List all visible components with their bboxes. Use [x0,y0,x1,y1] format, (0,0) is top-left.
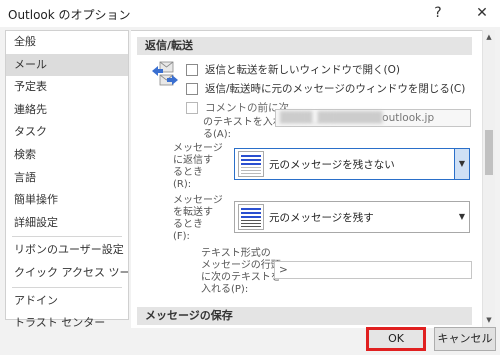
sidebar-item-advanced[interactable]: 詳細設定 [6,212,128,235]
sidebar-item-addins[interactable]: アドイン [6,290,128,313]
sidebar-item-language[interactable]: 言語 [6,167,128,190]
comment-prefix-checkbox[interactable]: コメントの前に次 [186,100,289,116]
reply-preview-icon [238,151,264,177]
prefix-domain: outlook.jp [382,112,435,124]
forward-preview-icon [238,204,264,230]
label-line: を転送す [173,207,213,218]
label-line: に返信す [173,155,213,166]
checkbox-box[interactable] [186,64,198,76]
forward-label: メッセージ を転送す るとき (F): [173,195,223,243]
sidebar-item-quick-access-toolbar[interactable]: クイック アクセス ツール バー [6,262,128,285]
sidebar-item-contacts[interactable]: 連絡先 [6,99,128,122]
sidebar-item-tasks[interactable]: タスク [6,121,128,144]
sidebar: 全般 メール 予定表 連絡先 タスク 検索 言語 簡単操作 詳細設定 リボンのユ… [5,30,129,329]
label-line: るとき [173,167,203,178]
ok-button[interactable]: OK [366,327,426,351]
label-line: るとき [173,219,203,230]
section-header-save-messages: メッセージの保存 [137,307,472,325]
help-button[interactable]: ? [428,3,448,23]
scroll-down-icon[interactable]: ▼ [483,314,495,326]
sidebar-item-customize-ribbon[interactable]: リボンのユーザー設定 [6,239,128,262]
vertical-scrollbar[interactable]: ▲ ▼ [482,30,495,327]
sidebar-item-calendar[interactable]: 予定表 [6,76,128,99]
forward-dropdown-value: 元のメッセージを残す [269,212,374,224]
plaintext-prefix-input[interactable]: > [274,261,472,279]
cancel-button[interactable]: キャンセル [434,327,496,351]
reply-dropdown[interactable]: 元のメッセージを残さない ▼ [234,148,470,180]
sidebar-item-search[interactable]: 検索 [6,144,128,167]
section-header-reply-forward: 返信/転送 [137,37,472,55]
label-line: に次のテキストを [201,272,281,283]
label-line: メッセージの行頭 [201,260,281,271]
masked-text: ████_████████ [280,112,383,124]
label-line: のテキストを入れ [203,117,283,128]
close-original-label: 返信/転送時に元のメッセージのウィンドウを閉じる(C) [205,83,466,95]
sidebar-item-mail[interactable]: メール [6,53,128,77]
title-bar: Outlook のオプション ? ✕ [0,0,500,27]
sidebar-divider [12,286,122,288]
checkbox-box[interactable] [186,102,198,114]
forward-dropdown[interactable]: 元のメッセージを残す ▼ [234,201,470,233]
scroll-up-icon[interactable]: ▲ [483,31,495,43]
reply-label: メッセージ に返信す るとき (R): [173,143,223,191]
checkbox-box[interactable] [186,83,198,95]
reply-dropdown-value: 元のメッセージを残さない [269,159,395,171]
close-button[interactable]: ✕ [472,3,492,23]
label-line: (R): [173,179,192,190]
window-title: Outlook のオプション [8,8,131,22]
comment-prefix-input[interactable]: ████_████████outlook.jp [275,109,471,127]
options-content: 返信/転送 返信と転送を新しいウィンドウで開く(O) 返信/転送時に元のメッセー… [131,30,482,328]
chevron-down-icon[interactable]: ▼ [455,202,469,232]
sidebar-item-accessibility[interactable]: 簡単操作 [6,189,128,212]
sidebar-item-general[interactable]: 全般 [6,31,128,54]
sidebar-item-trust-center[interactable]: トラスト センター [6,312,128,335]
plaintext-prefix-label: テキスト形式の メッセージの行頭 に次のテキストを 入れる(P): [201,248,281,296]
reply-forward-icon [152,61,178,86]
close-original-checkbox[interactable]: 返信/転送時に元のメッセージのウィンドウを閉じる(C) [186,81,465,97]
label-line: (F): [173,231,190,242]
chevron-down-icon[interactable]: ▼ [454,149,469,179]
open-in-new-window-label: 返信と転送を新しいウィンドウで開く(O) [205,64,400,76]
label-line: 入れる(P): [201,284,249,295]
comment-prefix-label-cont: のテキストを入れ る(A): [203,117,283,141]
label-line: テキスト形式の [201,248,271,259]
label-line: メッセージ [173,195,223,206]
label-line: る(A): [203,129,232,140]
open-in-new-window-checkbox[interactable]: 返信と転送を新しいウィンドウで開く(O) [186,62,400,78]
scrollbar-thumb[interactable] [485,130,493,175]
label-line: メッセージ [173,143,223,154]
sidebar-divider [12,236,122,238]
